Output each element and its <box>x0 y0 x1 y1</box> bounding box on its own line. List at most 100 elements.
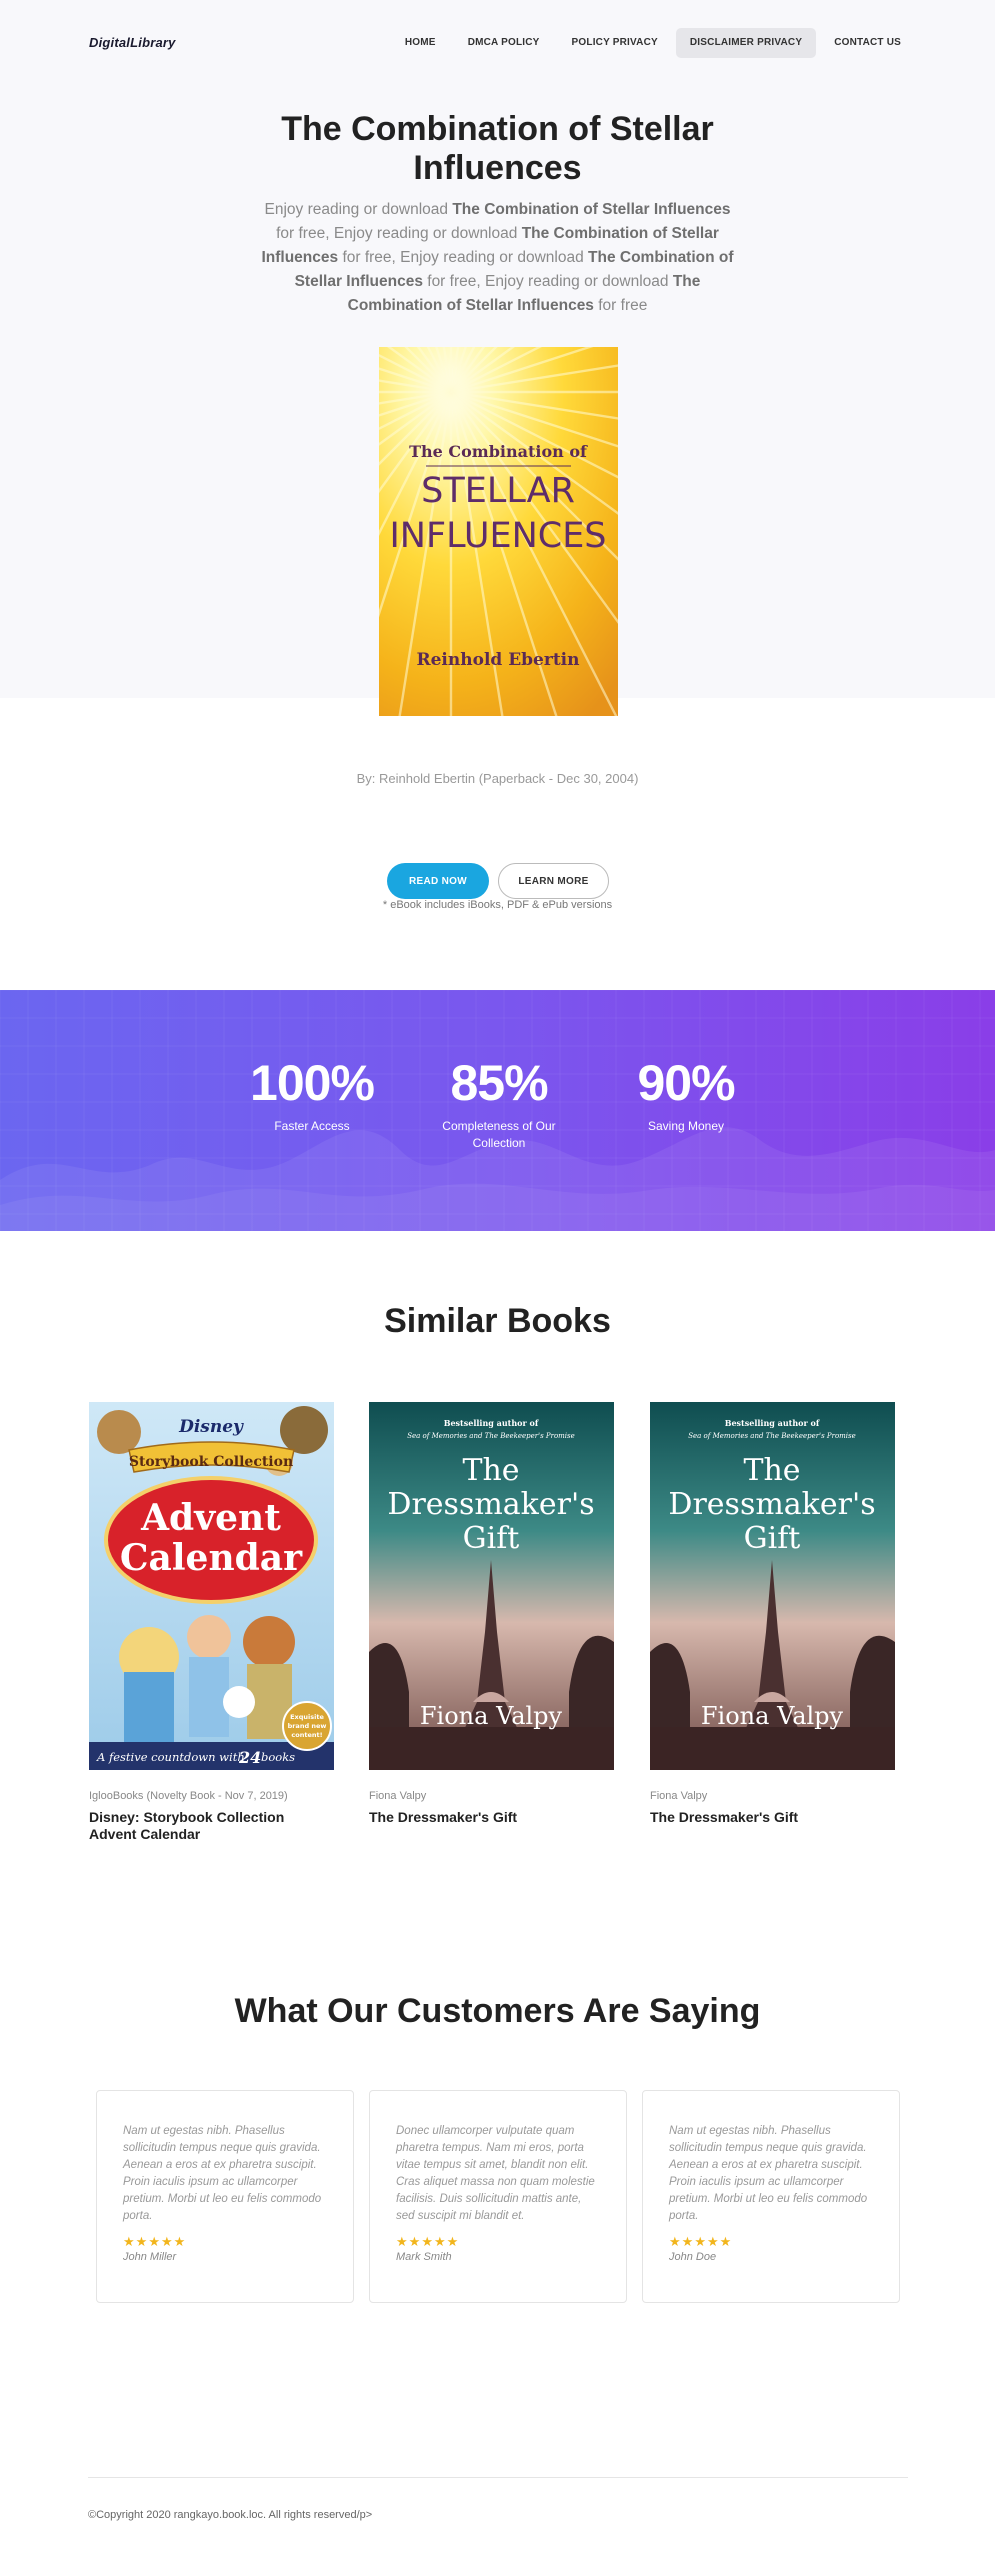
book-byline: By: Reinhold Ebertin (Paperback - Dec 30… <box>356 771 639 786</box>
hero-description: Enjoy reading or download The Combinatio… <box>257 198 738 318</box>
hero-description-text: for free, Enjoy reading or download <box>338 249 589 266</box>
cover-banner: Storybook Collection <box>129 1454 293 1470</box>
cover-footer-count: 24 <box>238 1748 261 1767</box>
cover-tagline2: Sea of Memories and The Beekeeper's Prom… <box>407 1432 575 1440</box>
star-icon: ★ <box>669 2234 682 2249</box>
testimonial-quote: Nam ut egestas nibh. Phasellus sollicitu… <box>669 2125 868 2222</box>
cover-badge-line1: Exquisite <box>290 1713 324 1721</box>
cover-author: Fiona Valpy <box>701 1702 844 1730</box>
site-logo[interactable]: DigitalLibrary <box>89 35 176 50</box>
cover-title-line3: Gift <box>744 1521 801 1556</box>
hero-description-text: for free, Enjoy reading or download <box>276 225 522 242</box>
testimonial-card: Donec ullamcorper vulputate quam pharetr… <box>369 2090 627 2303</box>
rating-stars: ★★★★★ <box>396 2234 600 2250</box>
similar-books-heading: Similar Books <box>384 1302 611 1340</box>
nav-item-contact-us[interactable]: CONTACT US <box>820 28 915 58</box>
nav-item-dmca-policy[interactable]: DMCA POLICY <box>454 28 554 58</box>
testimonial-quote: Nam ut egestas nibh. Phasellus sollicitu… <box>123 2125 322 2222</box>
book-cover[interactable]: Bestselling author of Sea of Memories an… <box>650 1402 895 1770</box>
cover-title-line3: Gift <box>463 1521 520 1556</box>
stat-value: 90% <box>637 1055 735 1111</box>
stat-label: Faster Access <box>274 1119 350 1133</box>
stats-band: 100% Faster Access 85% Completeness of O… <box>0 990 995 1231</box>
hero-description-text: for free, Enjoy reading or download <box>422 273 673 290</box>
nav-menu: HOME DMCA POLICY POLICY PRIVACY DISCLAIM… <box>391 28 915 58</box>
rating-stars: ★★★★★ <box>123 2234 327 2250</box>
hero-description-text: Enjoy reading or download <box>264 201 453 218</box>
cover-footer-suffix: books <box>261 1750 295 1764</box>
book-title[interactable]: The Dressmaker's Gift <box>650 1809 895 1826</box>
cover-author: Reinhold Ebertin <box>416 650 579 670</box>
star-icon: ★ <box>681 2234 695 2249</box>
star-icon: ★ <box>396 2234 409 2249</box>
cover-title-line2: Dressmaker's <box>668 1487 875 1522</box>
nav-item-disclaimer-privacy[interactable]: DISCLAIMER PRIVACY <box>675 28 817 58</box>
footer-divider <box>88 2477 908 2478</box>
ebook-note: * eBook includes iBooks, PDF & ePub vers… <box>382 899 613 911</box>
testimonial-card: Nam ut egestas nibh. Phasellus sollicitu… <box>642 2090 900 2303</box>
learn-more-button[interactable]: LEARN MORE <box>498 863 609 899</box>
cover-title-line1: The Combination of <box>409 442 588 461</box>
stat-label: Completeness of Our Collection <box>442 1119 556 1150</box>
cover-title-line1: The <box>462 1453 519 1488</box>
hero-description-book-title: The Combination of Stellar Influences <box>452 201 731 218</box>
cover-tagline1: Bestselling author of <box>444 1418 539 1428</box>
cover-tagline1: Bestselling author of <box>725 1418 820 1428</box>
star-icon: ★ <box>446 2234 460 2249</box>
testimonial-card: Nam ut egestas nibh. Phasellus sollicitu… <box>96 2090 354 2303</box>
testimonials-heading: What Our Customers Are Saying <box>234 1992 761 2030</box>
star-icon: ★ <box>433 2234 447 2249</box>
cover-title-line2: STELLAR <box>421 471 575 511</box>
stat-completeness: 85% Completeness of Our Collection <box>409 1056 589 1152</box>
cover-title-line1: Advent <box>140 1497 281 1539</box>
nav-item-policy-privacy[interactable]: POLICY PRIVACY <box>558 28 672 58</box>
cover-title-line2: Calendar <box>120 1537 303 1579</box>
testimonial-author: John Doe <box>669 2251 717 2263</box>
testimonial-author: John Miller <box>123 2251 177 2263</box>
cover-title-line1: The <box>743 1453 800 1488</box>
book-meta: IglooBooks (Novelty Book - Nov 7, 2019) <box>89 1790 288 1802</box>
cover-title-line2: Dressmaker's <box>387 1487 594 1522</box>
testimonial-quote: Donec ullamcorper vulputate quam pharetr… <box>396 2125 595 2222</box>
nav-item-home[interactable]: HOME <box>391 28 450 58</box>
cover-tagline2: Sea of Memories and The Beekeeper's Prom… <box>688 1432 856 1440</box>
stat-faster-access: 100% Faster Access <box>222 1056 402 1135</box>
star-icon: ★ <box>408 2234 422 2249</box>
similar-book-card[interactable]: Bestselling author of Sea of Memories an… <box>369 1402 614 1826</box>
page-title: The Combination of Stellar Influences <box>281 110 714 187</box>
stat-label: Saving Money <box>647 1119 725 1133</box>
hero-description-text: for free <box>593 297 648 314</box>
star-icon: ★ <box>148 2234 161 2249</box>
cover-title-line3: INFLUENCES <box>389 516 606 556</box>
book-title[interactable]: Disney: Storybook Collection Advent Cale… <box>89 1809 334 1843</box>
cover-footer-prefix: A festive countdown with <box>96 1750 245 1764</box>
stat-saving-money: 90% Saving Money <box>596 1056 776 1135</box>
cover-author: Fiona Valpy <box>420 1702 563 1730</box>
cover-brand: Disney <box>178 1417 244 1437</box>
star-icon: ★ <box>173 2234 187 2249</box>
book-cover[interactable]: Bestselling author of Sea of Memories an… <box>369 1402 614 1770</box>
book-meta: Fiona Valpy <box>650 1790 708 1802</box>
star-icon: ★ <box>160 2234 174 2249</box>
footer-copyright: ©Copyright 2020 rangkayo.book.loc. All r… <box>88 2509 373 2521</box>
book-cover[interactable]: Disney Storybook Collection Advent Calen… <box>89 1402 334 1770</box>
book-cover-main: The Combination of STELLAR INFLUENCES Re… <box>379 347 618 716</box>
star-icon: ★ <box>135 2234 149 2249</box>
stat-value: 100% <box>250 1055 375 1111</box>
read-now-button[interactable]: READ NOW <box>387 863 489 899</box>
star-icon: ★ <box>706 2234 720 2249</box>
star-icon: ★ <box>123 2234 136 2249</box>
testimonial-author: Mark Smith <box>396 2251 452 2263</box>
book-title[interactable]: The Dressmaker's Gift <box>369 1809 614 1826</box>
star-icon: ★ <box>694 2234 707 2249</box>
cover-badge-line2: brand new <box>288 1722 327 1730</box>
similar-book-card[interactable]: Bestselling author of Sea of Memories an… <box>650 1402 895 1826</box>
star-icon: ★ <box>421 2234 434 2249</box>
star-icon: ★ <box>719 2234 733 2249</box>
top-nav: DigitalLibrary HOME DMCA POLICY POLICY P… <box>0 0 995 88</box>
rating-stars: ★★★★★ <box>669 2234 873 2250</box>
stat-value: 85% <box>450 1055 548 1111</box>
similar-book-card[interactable]: Disney Storybook Collection Advent Calen… <box>89 1402 334 1843</box>
book-meta: Fiona Valpy <box>369 1790 427 1802</box>
cover-badge-line3: content! <box>291 1731 322 1739</box>
